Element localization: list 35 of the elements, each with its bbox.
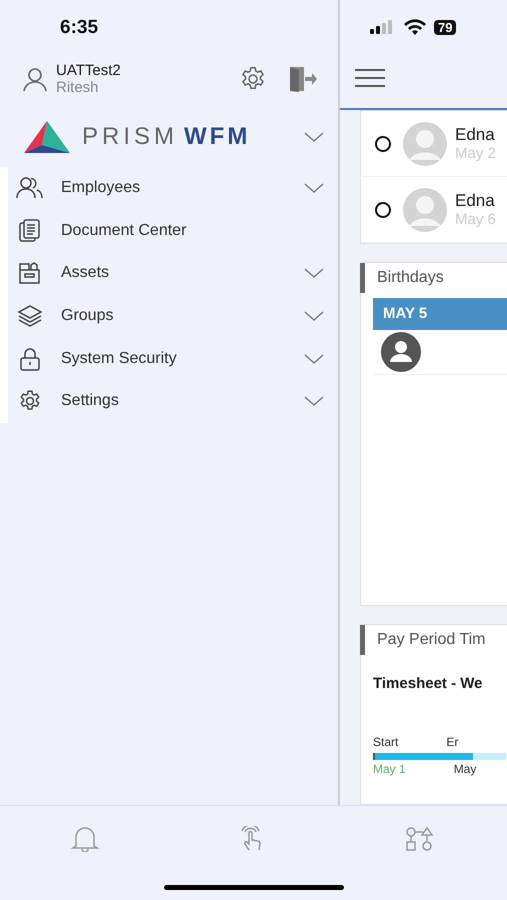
chevron-down-icon[interactable] — [304, 131, 324, 143]
employee-name: Edna — [455, 191, 496, 211]
logo-icon — [22, 119, 72, 155]
avatar-icon — [403, 188, 447, 232]
employee-name: Edna — [455, 125, 496, 145]
user-icon — [22, 66, 48, 92]
end-date: May — [454, 762, 476, 776]
menu-item[interactable]: Groups — [8, 294, 338, 338]
menu-item[interactable]: System Security — [8, 337, 338, 380]
layers-icon — [16, 304, 44, 328]
battery-indicator: 79 — [434, 20, 456, 34]
end-label: Er — [446, 735, 458, 749]
menu-icon[interactable] — [355, 68, 385, 88]
logo-text: WFM — [184, 123, 250, 151]
start-label: Start — [373, 735, 398, 749]
avatar-icon — [403, 122, 447, 166]
user-name: UATTest2 — [56, 62, 122, 79]
avatar-icon — [381, 332, 421, 372]
menu-item[interactable]: Assets — [8, 252, 338, 295]
radio-button[interactable] — [375, 202, 391, 218]
menu-item[interactable]: Employees — [8, 167, 338, 210]
date-banner: MAY 5 — [373, 298, 507, 330]
card-title: Pay Period Tim — [360, 625, 507, 655]
menu-item[interactable]: Document Center — [8, 210, 338, 252]
card-title: Birthdays — [360, 263, 507, 293]
status-time: 6:35 — [59, 16, 100, 40]
timesheet-title: Timesheet - We — [372, 674, 484, 694]
logo-text: PRISM — [82, 123, 178, 151]
start-date: May 1 — [373, 762, 406, 776]
people-icon — [16, 176, 44, 200]
wifi-icon — [404, 19, 426, 35]
user-subtitle: Ritesh — [56, 79, 100, 96]
menu-item[interactable]: Settings — [8, 380, 338, 423]
logout-icon[interactable] — [288, 65, 318, 93]
radio-button[interactable] — [375, 136, 391, 152]
